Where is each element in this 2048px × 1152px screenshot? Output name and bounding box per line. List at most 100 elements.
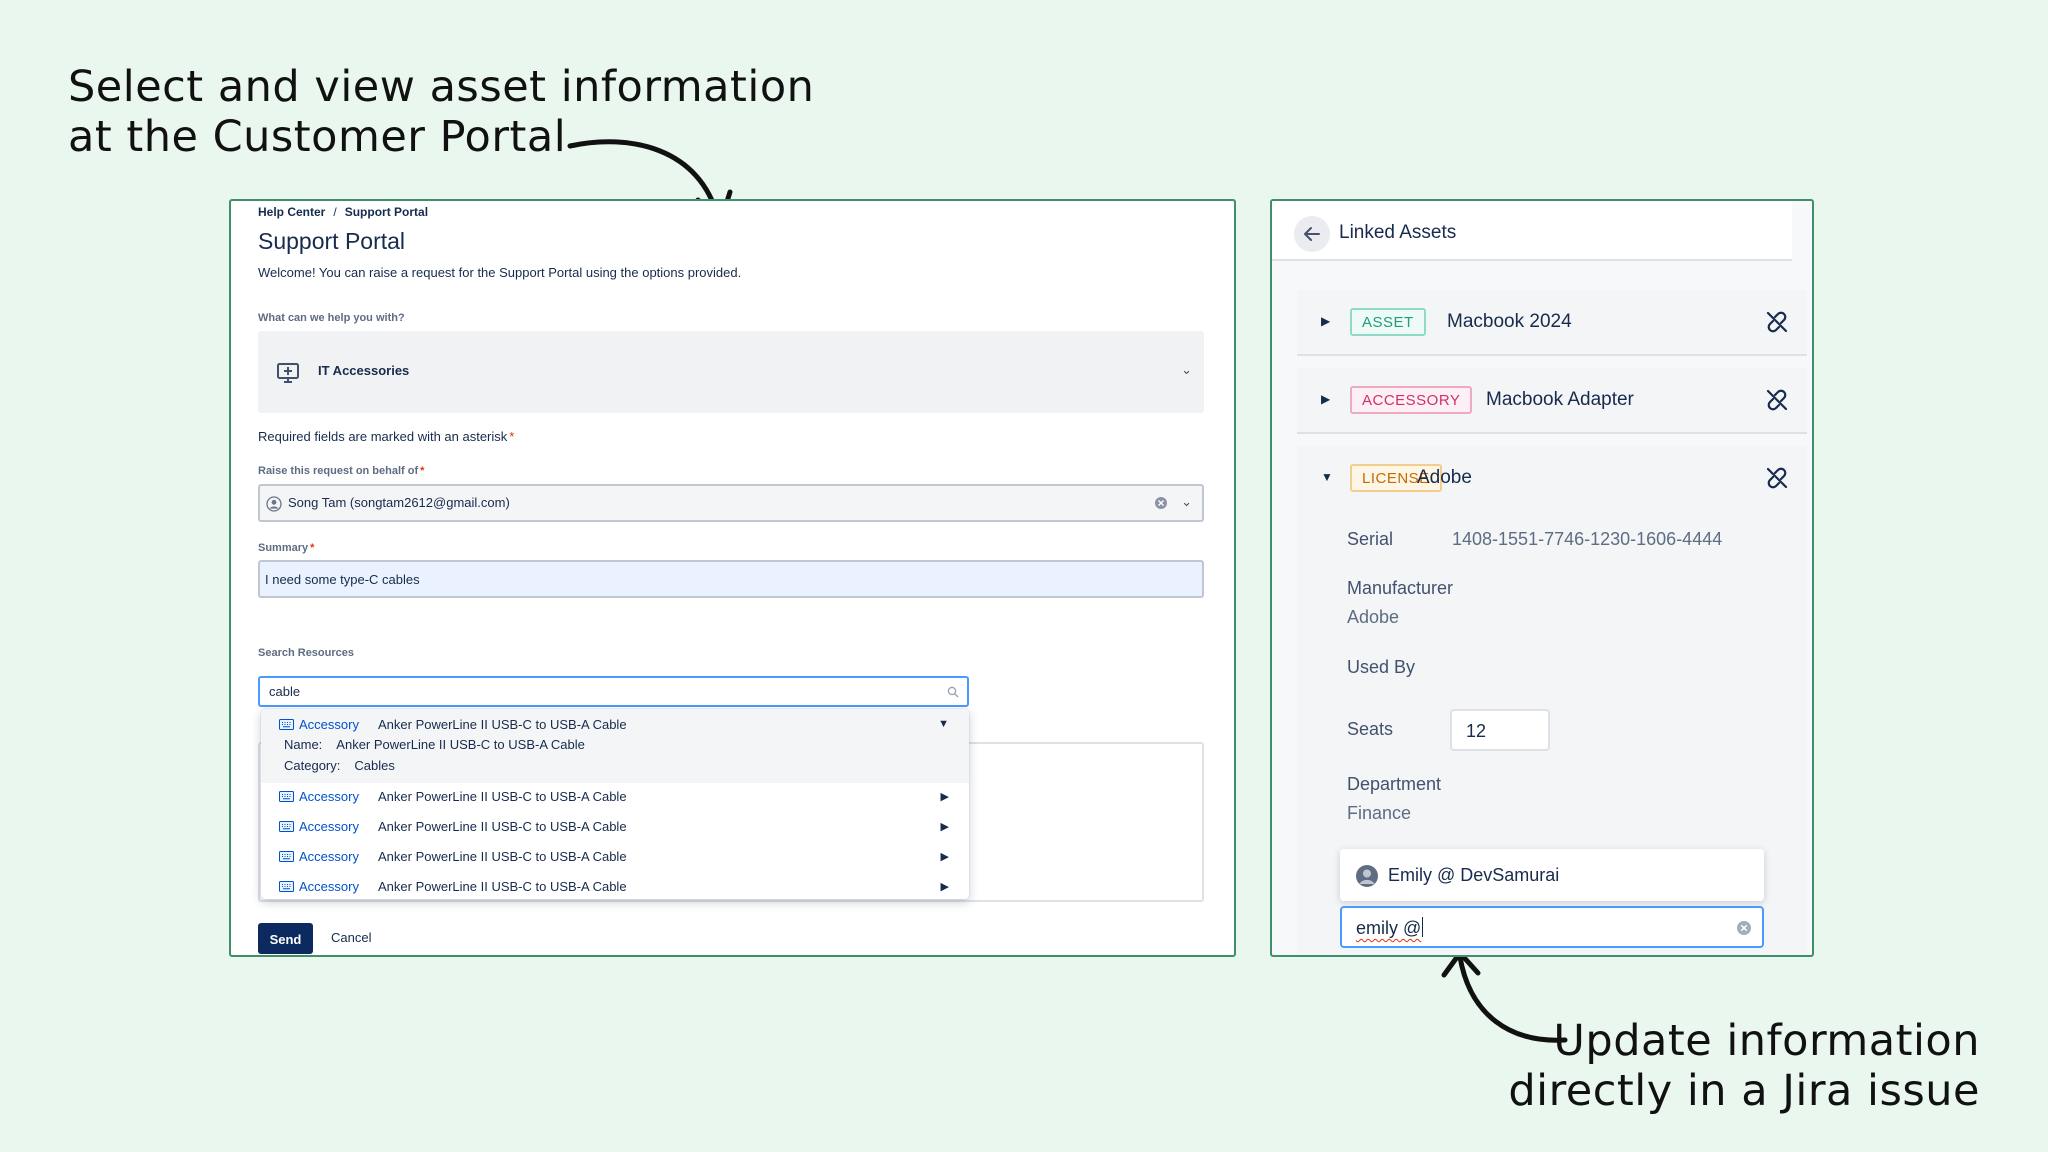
help-label: What can we help you with? — [258, 312, 405, 324]
serial-value: 1408-1551-7746-1230-1606-4444 — [1452, 529, 1723, 549]
user-icon — [266, 496, 282, 512]
avatar — [1356, 865, 1378, 887]
chevron-down-icon[interactable]: ⌄ — [1181, 494, 1192, 510]
search-result-row[interactable]: Accessory Anker PowerLine II USB-C to US… — [261, 788, 969, 812]
caret-right-icon[interactable]: ▶ — [941, 850, 949, 863]
result-type: Accessory — [299, 789, 359, 804]
keyboard-icon — [279, 881, 294, 892]
user-suggestion-text: Emily @ DevSamurai — [1388, 865, 1560, 885]
used-by-user-input[interactable]: emily @ — [1340, 906, 1764, 948]
caret-right-icon[interactable]: ▶ — [941, 790, 949, 803]
monitor-plus-icon — [277, 363, 299, 383]
result-type: Accessory — [299, 819, 359, 834]
bottom-caption-line-2: directly in a Jira issue — [1508, 1066, 1980, 1116]
linked-asset-row[interactable]: ▶ ACCESSORY Macbook Adapter — [1297, 368, 1807, 434]
linked-assets-title: Linked Assets — [1339, 222, 1457, 243]
clear-icon[interactable] — [1154, 496, 1168, 510]
caret-right-icon[interactable]: ▶ — [941, 880, 949, 893]
behalf-label-text: Raise this request on behalf of — [258, 465, 419, 477]
asset-type-badge: ASSET — [1350, 308, 1426, 336]
search-resources-label: Search Resources — [258, 647, 354, 659]
keyboard-icon — [279, 851, 294, 862]
welcome-text: Welcome! You can raise a request for the… — [258, 265, 742, 280]
detail-value: Anker PowerLine II USB-C to USB-A Cable — [336, 737, 585, 752]
top-caption: Select and view asset information at the… — [68, 62, 814, 162]
detail-key: Category: — [284, 758, 341, 773]
request-type-label: IT Accessories — [318, 363, 410, 378]
breadcrumb-support-portal[interactable]: Support Portal — [345, 205, 428, 219]
department-label: Department — [1347, 774, 1442, 794]
keyboard-icon — [279, 719, 294, 730]
result-detail-name: Name: Anker PowerLine II USB-C to USB-A C… — [284, 737, 585, 752]
top-caption-line-1: Select and view asset information — [68, 62, 815, 112]
result-name: Anker PowerLine II USB-C to USB-A Cable — [378, 819, 627, 834]
result-name: Anker PowerLine II USB-C to USB-A Cable — [378, 879, 627, 894]
top-caption-line-2: at the Customer Portal — [68, 112, 567, 162]
search-result-row[interactable]: Accessory Anker PowerLine II USB-C to US… — [261, 818, 969, 842]
detail-key: Name: — [284, 737, 323, 752]
seats-input[interactable]: 12 — [1450, 709, 1550, 751]
bottom-caption-line-1: Update information — [1553, 1016, 1980, 1066]
bottom-caption: Update information directly in a Jira is… — [1508, 1016, 1980, 1116]
summary-input[interactable]: I need some type-C cables — [258, 560, 1204, 598]
required-asterisk: * — [509, 429, 515, 444]
result-type: Accessory — [299, 879, 359, 894]
summary-label: Summary * — [258, 542, 314, 554]
arrow-left-icon — [1304, 227, 1320, 241]
unlink-icon[interactable] — [1765, 466, 1789, 490]
breadcrumb: Help Center / Support Portal — [258, 205, 428, 219]
search-result-row[interactable]: Accessory Anker PowerLine II USB-C to US… — [261, 848, 969, 872]
search-value: cable — [269, 684, 301, 699]
caret-right-icon[interactable]: ▶ — [1321, 392, 1330, 406]
asset-type-badge: ACCESSORY — [1350, 386, 1473, 414]
customer-portal-panel: Help Center / Support Portal Support Porta… — [229, 199, 1236, 957]
back-button[interactable] — [1294, 216, 1330, 252]
linked-assets-panel: Linked Assets ▶ ASSET Macbook 2024 ▶ ACC… — [1270, 199, 1814, 957]
asset-name: Macbook Adapter — [1486, 389, 1634, 410]
cancel-button[interactable]: Cancel — [331, 930, 371, 945]
search-result-expanded[interactable]: Accessory Anker PowerLine II USB-C to US… — [261, 709, 969, 783]
user-suggestion-option[interactable]: Emily @ DevSamurai — [1340, 849, 1764, 901]
unlink-icon[interactable] — [1765, 388, 1789, 412]
keyboard-icon — [279, 821, 294, 832]
caret-down-icon[interactable]: ▼ — [1321, 470, 1333, 484]
linked-asset-row[interactable]: ▶ ASSET Macbook 2024 — [1297, 290, 1807, 356]
result-type: Accessory — [299, 849, 359, 864]
keyboard-icon — [279, 791, 294, 802]
result-name: Anker PowerLine II USB-C to USB-A Cable — [378, 717, 627, 732]
clear-icon[interactable] — [1736, 920, 1752, 936]
behalf-user-select[interactable]: Song Tam (songtam2612@gmail.com) ⌄ — [258, 484, 1204, 522]
behalf-user-value: Song Tam (songtam2612@gmail.com) — [288, 495, 510, 510]
behalf-label: Raise this request on behalf of * — [258, 465, 424, 477]
summary-value: I need some type-C cables — [265, 572, 420, 587]
search-results-dropdown: Accessory Anker PowerLine II USB-C to US… — [261, 709, 969, 899]
unlink-icon[interactable] — [1765, 310, 1789, 334]
result-type: Accessory — [299, 717, 359, 732]
request-type-select[interactable]: IT Accessories ⌄ — [258, 331, 1204, 413]
search-result-row[interactable]: Accessory Anker PowerLine II USB-C to US… — [261, 878, 969, 899]
seats-label: Seats — [1347, 719, 1394, 739]
chevron-down-icon: ⌄ — [1181, 362, 1192, 377]
required-note-text: Required fields are marked with an aster… — [258, 429, 508, 444]
result-name: Anker PowerLine II USB-C to USB-A Cable — [378, 849, 627, 864]
user-input-value: emily @ — [1356, 918, 1422, 938]
detail-value: Cables — [354, 758, 395, 773]
asset-name: Macbook 2024 — [1447, 311, 1572, 332]
caret-down-icon[interactable]: ▼ — [938, 718, 949, 730]
caret-right-icon[interactable]: ▶ — [941, 820, 949, 833]
linked-assets-header: Linked Assets — [1272, 201, 1792, 261]
search-resources-input[interactable]: cable — [258, 676, 969, 707]
asset-name: Adobe — [1417, 467, 1472, 488]
summary-label-text: Summary — [258, 542, 309, 554]
breadcrumb-separator: / — [333, 205, 337, 219]
caret-right-icon[interactable]: ▶ — [1321, 314, 1330, 328]
required-fields-note: Required fields are marked with an aster… — [258, 429, 514, 444]
department-value: Finance — [1347, 803, 1412, 823]
serial-label: Serial — [1347, 529, 1394, 549]
required-asterisk: * — [310, 542, 315, 554]
result-name: Anker PowerLine II USB-C to USB-A Cable — [378, 789, 627, 804]
search-icon — [947, 686, 959, 698]
manufacturer-label: Manufacturer — [1347, 578, 1454, 598]
breadcrumb-help-center[interactable]: Help Center — [258, 205, 325, 219]
send-button[interactable]: Send — [258, 923, 313, 954]
